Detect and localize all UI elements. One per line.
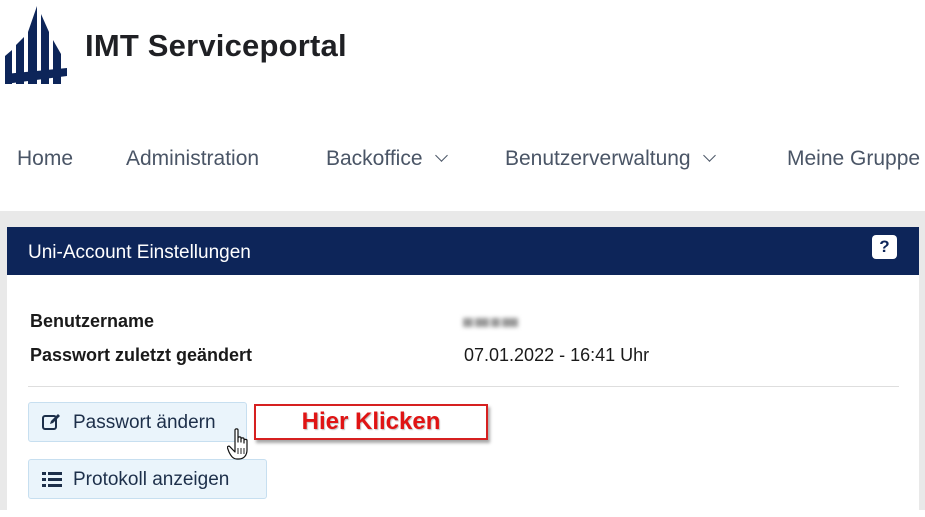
nav-item-label: Backoffice [326, 147, 423, 170]
edit-icon [42, 414, 60, 430]
nav-item-backoffice[interactable]: Backoffice [326, 147, 448, 171]
panel-title: Uni-Account Einstellungen [28, 242, 251, 263]
nav-item-label: Benutzerverwaltung [505, 147, 691, 170]
chevron-down-icon [434, 149, 448, 162]
username-value-redacted [463, 314, 528, 328]
nav-item-label: Administration [126, 147, 260, 170]
header: IMT Serviceportal [0, 0, 925, 105]
hand-pointer-icon [227, 428, 248, 460]
password-changed-value: 07.01.2022 - 16:41 Uhr [464, 345, 650, 365]
nav-item-meine-gruppe[interactable]: Meine Gruppe [787, 147, 920, 171]
password-changed-label: Passwort zuletzt geändert [30, 345, 253, 365]
change-password-label: Passwort ändern [73, 412, 216, 433]
nav-item-administration[interactable]: Administration [126, 147, 259, 171]
divider [28, 386, 899, 387]
change-password-button[interactable]: Passwort ändern [28, 402, 247, 442]
account-settings-panel: Uni-Account Einstellungen ? Benutzername… [7, 227, 919, 517]
nav-item-benutzerverwaltung[interactable]: Benutzerverwaltung [505, 147, 716, 171]
list-icon [42, 472, 62, 487]
show-log-label: Protokoll anzeigen [73, 469, 230, 490]
nav-item-home[interactable]: Home [17, 147, 73, 171]
app-title[interactable]: IMT Serviceportal [85, 28, 347, 64]
chevron-down-icon [702, 149, 716, 162]
nav-item-label: Home [17, 147, 74, 170]
main-navigation: Home Administration Backoffice Benutzerv… [0, 105, 925, 211]
show-log-button[interactable]: Protokoll anzeigen [28, 459, 267, 499]
help-button[interactable]: ? [872, 235, 897, 259]
username-label: Benutzername [30, 311, 155, 331]
university-logo-icon[interactable] [5, 6, 67, 84]
callout-text: Hier Klicken [301, 408, 441, 435]
nav-item-label: Meine Gruppe [787, 147, 921, 170]
click-here-callout: Hier Klicken [254, 404, 488, 440]
panel-header: Uni-Account Einstellungen ? [7, 227, 919, 275]
